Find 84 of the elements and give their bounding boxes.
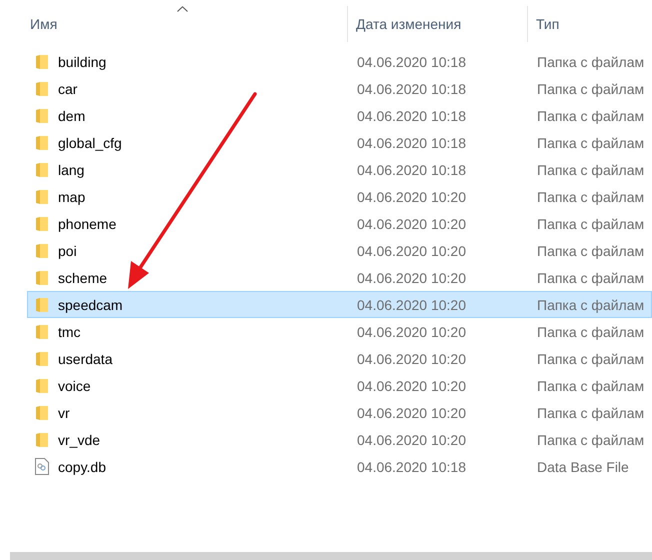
file-name: vr xyxy=(58,404,70,420)
date-text: 04.06.2020 10:20 xyxy=(357,378,466,394)
file-name: vr_vde xyxy=(58,432,100,448)
type-text: Папка с файлам xyxy=(537,324,644,340)
file-row[interactable]: copy.db 04.06.2020 10:18 Data Base File xyxy=(27,453,652,480)
type-text: Папка с файлам xyxy=(537,432,644,448)
file-name: phoneme xyxy=(58,216,116,232)
folder-icon xyxy=(35,216,49,232)
type-text: Папка с файлам xyxy=(537,296,644,312)
folder-icon xyxy=(35,134,49,150)
date-text: 04.06.2020 10:18 xyxy=(357,108,466,124)
file-row[interactable]: phoneme 04.06.2020 10:20 Папка с файлам xyxy=(27,210,652,237)
type-text: Папка с файлам xyxy=(537,108,644,124)
file-row[interactable]: map 04.06.2020 10:20 Папка с файлам xyxy=(27,183,652,210)
file-name: tmc xyxy=(58,324,81,340)
file-name: global_cfg xyxy=(58,134,122,150)
file-row[interactable]: dem 04.06.2020 10:18 Папка с файлам xyxy=(27,102,652,129)
folder-icon xyxy=(35,270,49,286)
file-name: copy.db xyxy=(58,458,106,474)
date-text: 04.06.2020 10:20 xyxy=(357,242,466,258)
file-icon xyxy=(35,458,49,475)
file-row[interactable]: tmc 04.06.2020 10:20 Папка с файлам xyxy=(27,318,652,345)
date-text: 04.06.2020 10:18 xyxy=(357,134,466,150)
date-text: 04.06.2020 10:20 xyxy=(357,188,466,204)
type-text: Папка с файлам xyxy=(537,350,644,366)
type-text: Папка с файлам xyxy=(537,54,644,70)
folder-icon xyxy=(35,242,49,258)
date-text: 04.06.2020 10:20 xyxy=(357,270,466,286)
type-text: Data Base File xyxy=(537,458,629,474)
column-header[interactable]: Тип xyxy=(536,16,560,32)
date-text: 04.06.2020 10:20 xyxy=(357,324,466,340)
type-text: Папка с файлам xyxy=(537,188,644,204)
file-row[interactable]: global_cfg 04.06.2020 10:18 Папка с файлам xyxy=(27,129,652,156)
file-name: userdata xyxy=(58,350,112,366)
type-text: Папка с файлам xyxy=(537,162,644,178)
date-text: 04.06.2020 10:20 xyxy=(357,216,466,232)
type-text: Папка с файлам xyxy=(537,134,644,150)
folder-icon xyxy=(35,378,49,394)
file-row[interactable]: poi 04.06.2020 10:20 Папка с файлам xyxy=(27,237,652,264)
folder-icon xyxy=(35,54,49,70)
file-row[interactable]: building 04.06.2020 10:18 Папка с файлам xyxy=(27,48,652,75)
folder-icon xyxy=(35,296,49,312)
file-name: dem xyxy=(58,108,86,124)
type-text: Папка с файлам xyxy=(537,404,644,420)
folder-icon xyxy=(35,432,49,448)
file-row[interactable]: lang 04.06.2020 10:18 Папка с файлам xyxy=(27,156,652,183)
date-text: 04.06.2020 10:20 xyxy=(357,404,466,420)
file-row[interactable]: voice 04.06.2020 10:20 Папка с файлам xyxy=(27,372,652,399)
file-name: lang xyxy=(58,162,84,178)
scrollbar[interactable] xyxy=(10,552,652,560)
type-text: Папка с файлам xyxy=(537,80,644,96)
folder-icon xyxy=(35,404,49,420)
file-row[interactable]: car 04.06.2020 10:18 Папка с файлам xyxy=(27,75,652,102)
type-text: Папка с файлам xyxy=(537,270,644,286)
date-text: 04.06.2020 10:20 xyxy=(357,296,466,312)
type-text: Папка с файлам xyxy=(537,242,644,258)
date-text: 04.06.2020 10:18 xyxy=(357,80,466,96)
file-row[interactable]: vr 04.06.2020 10:20 Папка с файлам xyxy=(27,399,652,426)
folder-icon xyxy=(35,188,49,204)
file-row[interactable]: userdata 04.06.2020 10:20 Папка с файлам xyxy=(27,345,652,372)
file-name: building xyxy=(58,54,106,70)
column-header[interactable]: Дата изменения xyxy=(356,16,462,32)
file-name: map xyxy=(58,188,86,204)
folder-icon xyxy=(35,350,49,366)
file-name: car xyxy=(58,80,78,96)
type-text: Папка с файлам xyxy=(537,378,644,394)
date-text: 04.06.2020 10:20 xyxy=(357,350,466,366)
date-text: 04.06.2020 10:18 xyxy=(357,162,466,178)
file-row[interactable]: scheme 04.06.2020 10:20 Папка с файлам xyxy=(27,264,652,291)
file-name: voice xyxy=(58,378,91,394)
file-row[interactable]: vr_vde 04.06.2020 10:20 Папка с файлам xyxy=(27,426,652,453)
file-name: speedcam xyxy=(58,296,123,312)
type-text: Папка с файлам xyxy=(537,216,644,232)
file-name: poi xyxy=(58,242,77,258)
file-name: scheme xyxy=(58,270,108,286)
folder-icon xyxy=(35,324,49,340)
date-text: 04.06.2020 10:18 xyxy=(357,54,466,70)
folder-icon xyxy=(35,80,49,96)
folder-icon xyxy=(35,162,49,178)
column-header[interactable]: Имя xyxy=(30,16,58,32)
folder-icon xyxy=(35,108,49,124)
date-text: 04.06.2020 10:20 xyxy=(357,432,466,448)
file-row[interactable]: speedcam 04.06.2020 10:20 Папка с файлам xyxy=(27,291,652,318)
date-text: 04.06.2020 10:18 xyxy=(357,458,466,474)
